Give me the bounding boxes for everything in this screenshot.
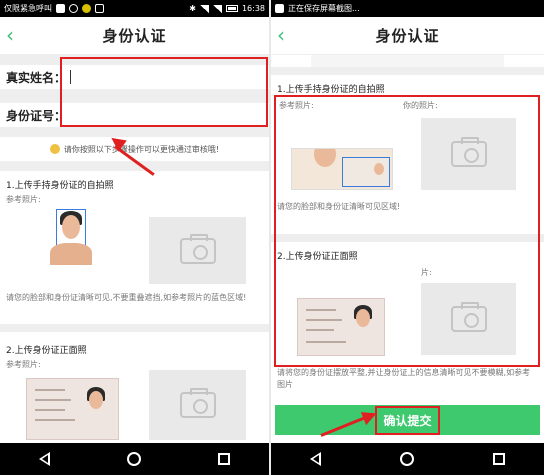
upload-highlight-box bbox=[274, 95, 540, 367]
id-front-note: 请将您的身份证摆放平整,并让身份证上的信息清晰可见不要模糊,如参考图片 bbox=[277, 368, 531, 389]
selfie-reference-photo bbox=[22, 205, 130, 265]
camera-icon bbox=[179, 233, 216, 264]
signal-icon bbox=[212, 4, 222, 13]
faded-hint bbox=[311, 55, 504, 67]
cloud-icon bbox=[69, 4, 78, 13]
input-highlight-box bbox=[60, 57, 268, 127]
nav-back-icon[interactable] bbox=[310, 452, 322, 466]
id-front-upload-slot[interactable] bbox=[149, 370, 246, 440]
selfie-heading: 1.上传手持身份证的自拍照 bbox=[277, 85, 385, 95]
left-screen: 仅限紧急呼叫 ✱ 16:38 ‹ 身份认证 真实姓名： 身份证号： 请你按照以下… bbox=[0, 0, 269, 475]
confirm-bar[interactable]: 确认提交 bbox=[275, 405, 540, 435]
wifi-icon bbox=[199, 4, 209, 13]
navigation-bar bbox=[0, 443, 269, 475]
notification-icon bbox=[95, 4, 104, 13]
app-icon bbox=[82, 4, 91, 13]
selfie-section: 1.上传手持身份证的自拍照 bbox=[271, 75, 544, 95]
id-front-heading: 2.上传身份证正面照 bbox=[6, 346, 87, 356]
carrier-text: 仅限紧急呼叫 bbox=[4, 4, 52, 13]
selfie-heading: 1.上传手持身份证的自拍照 bbox=[6, 181, 114, 191]
image-icon bbox=[56, 4, 65, 13]
right-screen: 正在保存屏幕截图... ‹ 身份认证 1.上传手持身份证的自拍照 参考照片: 你… bbox=[271, 0, 544, 475]
nav-back-icon[interactable] bbox=[38, 452, 50, 466]
status-bar: 正在保存屏幕截图... bbox=[271, 0, 544, 17]
selfie-note: 请您的脸部和身份证清晰可见,不要重叠遮挡,如参考照片的蓝色区域! bbox=[6, 293, 247, 302]
selfie-upload-slot[interactable] bbox=[149, 217, 246, 284]
back-chevron-icon[interactable]: ‹ bbox=[277, 25, 285, 45]
status-bar: 仅限紧急呼叫 ✱ 16:38 bbox=[0, 0, 269, 17]
clock-time: 16:38 bbox=[241, 4, 265, 13]
nav-recents-icon[interactable] bbox=[218, 453, 231, 465]
selfie-reference-label: 参考照片: bbox=[6, 195, 41, 204]
hint-banner: 请你按照以下步骤操作可以更快通过审核哦! bbox=[0, 137, 269, 161]
nav-home-icon[interactable] bbox=[126, 452, 141, 466]
id-front-reference-label: 参考照片: bbox=[6, 360, 41, 369]
nav-home-icon[interactable] bbox=[399, 452, 414, 466]
id-number-label: 身份证号： bbox=[6, 108, 67, 123]
page-title: 身份认证 bbox=[375, 27, 440, 45]
battery-icon bbox=[225, 5, 238, 12]
navigation-bar bbox=[271, 443, 544, 475]
screenshot-saving-text: 正在保存屏幕截图... bbox=[288, 4, 360, 13]
name-label: 真实姓名： bbox=[6, 70, 67, 85]
hint-text: 请你按照以下步骤操作可以更快通过审核哦! bbox=[63, 144, 220, 154]
title-bar: ‹ 身份认证 bbox=[271, 17, 544, 55]
page-title: 身份认证 bbox=[102, 27, 167, 45]
bluetooth-icon: ✱ bbox=[189, 4, 196, 13]
info-icon bbox=[49, 144, 60, 154]
screenshot-icon bbox=[275, 4, 284, 13]
title-bar: ‹ 身份认证 bbox=[0, 17, 269, 55]
camera-icon bbox=[179, 388, 216, 418]
selfie-section: 1.上传手持身份证的自拍照 参考照片: bbox=[0, 171, 269, 205]
nav-recents-icon[interactable] bbox=[492, 453, 505, 465]
confirm-submit-button[interactable]: 确认提交 bbox=[375, 405, 440, 435]
back-chevron-icon[interactable]: ‹ bbox=[6, 25, 14, 45]
id-front-reference-photo bbox=[26, 378, 119, 440]
id-front-section: 2.上传身份证正面照 参考照片: bbox=[0, 336, 269, 373]
